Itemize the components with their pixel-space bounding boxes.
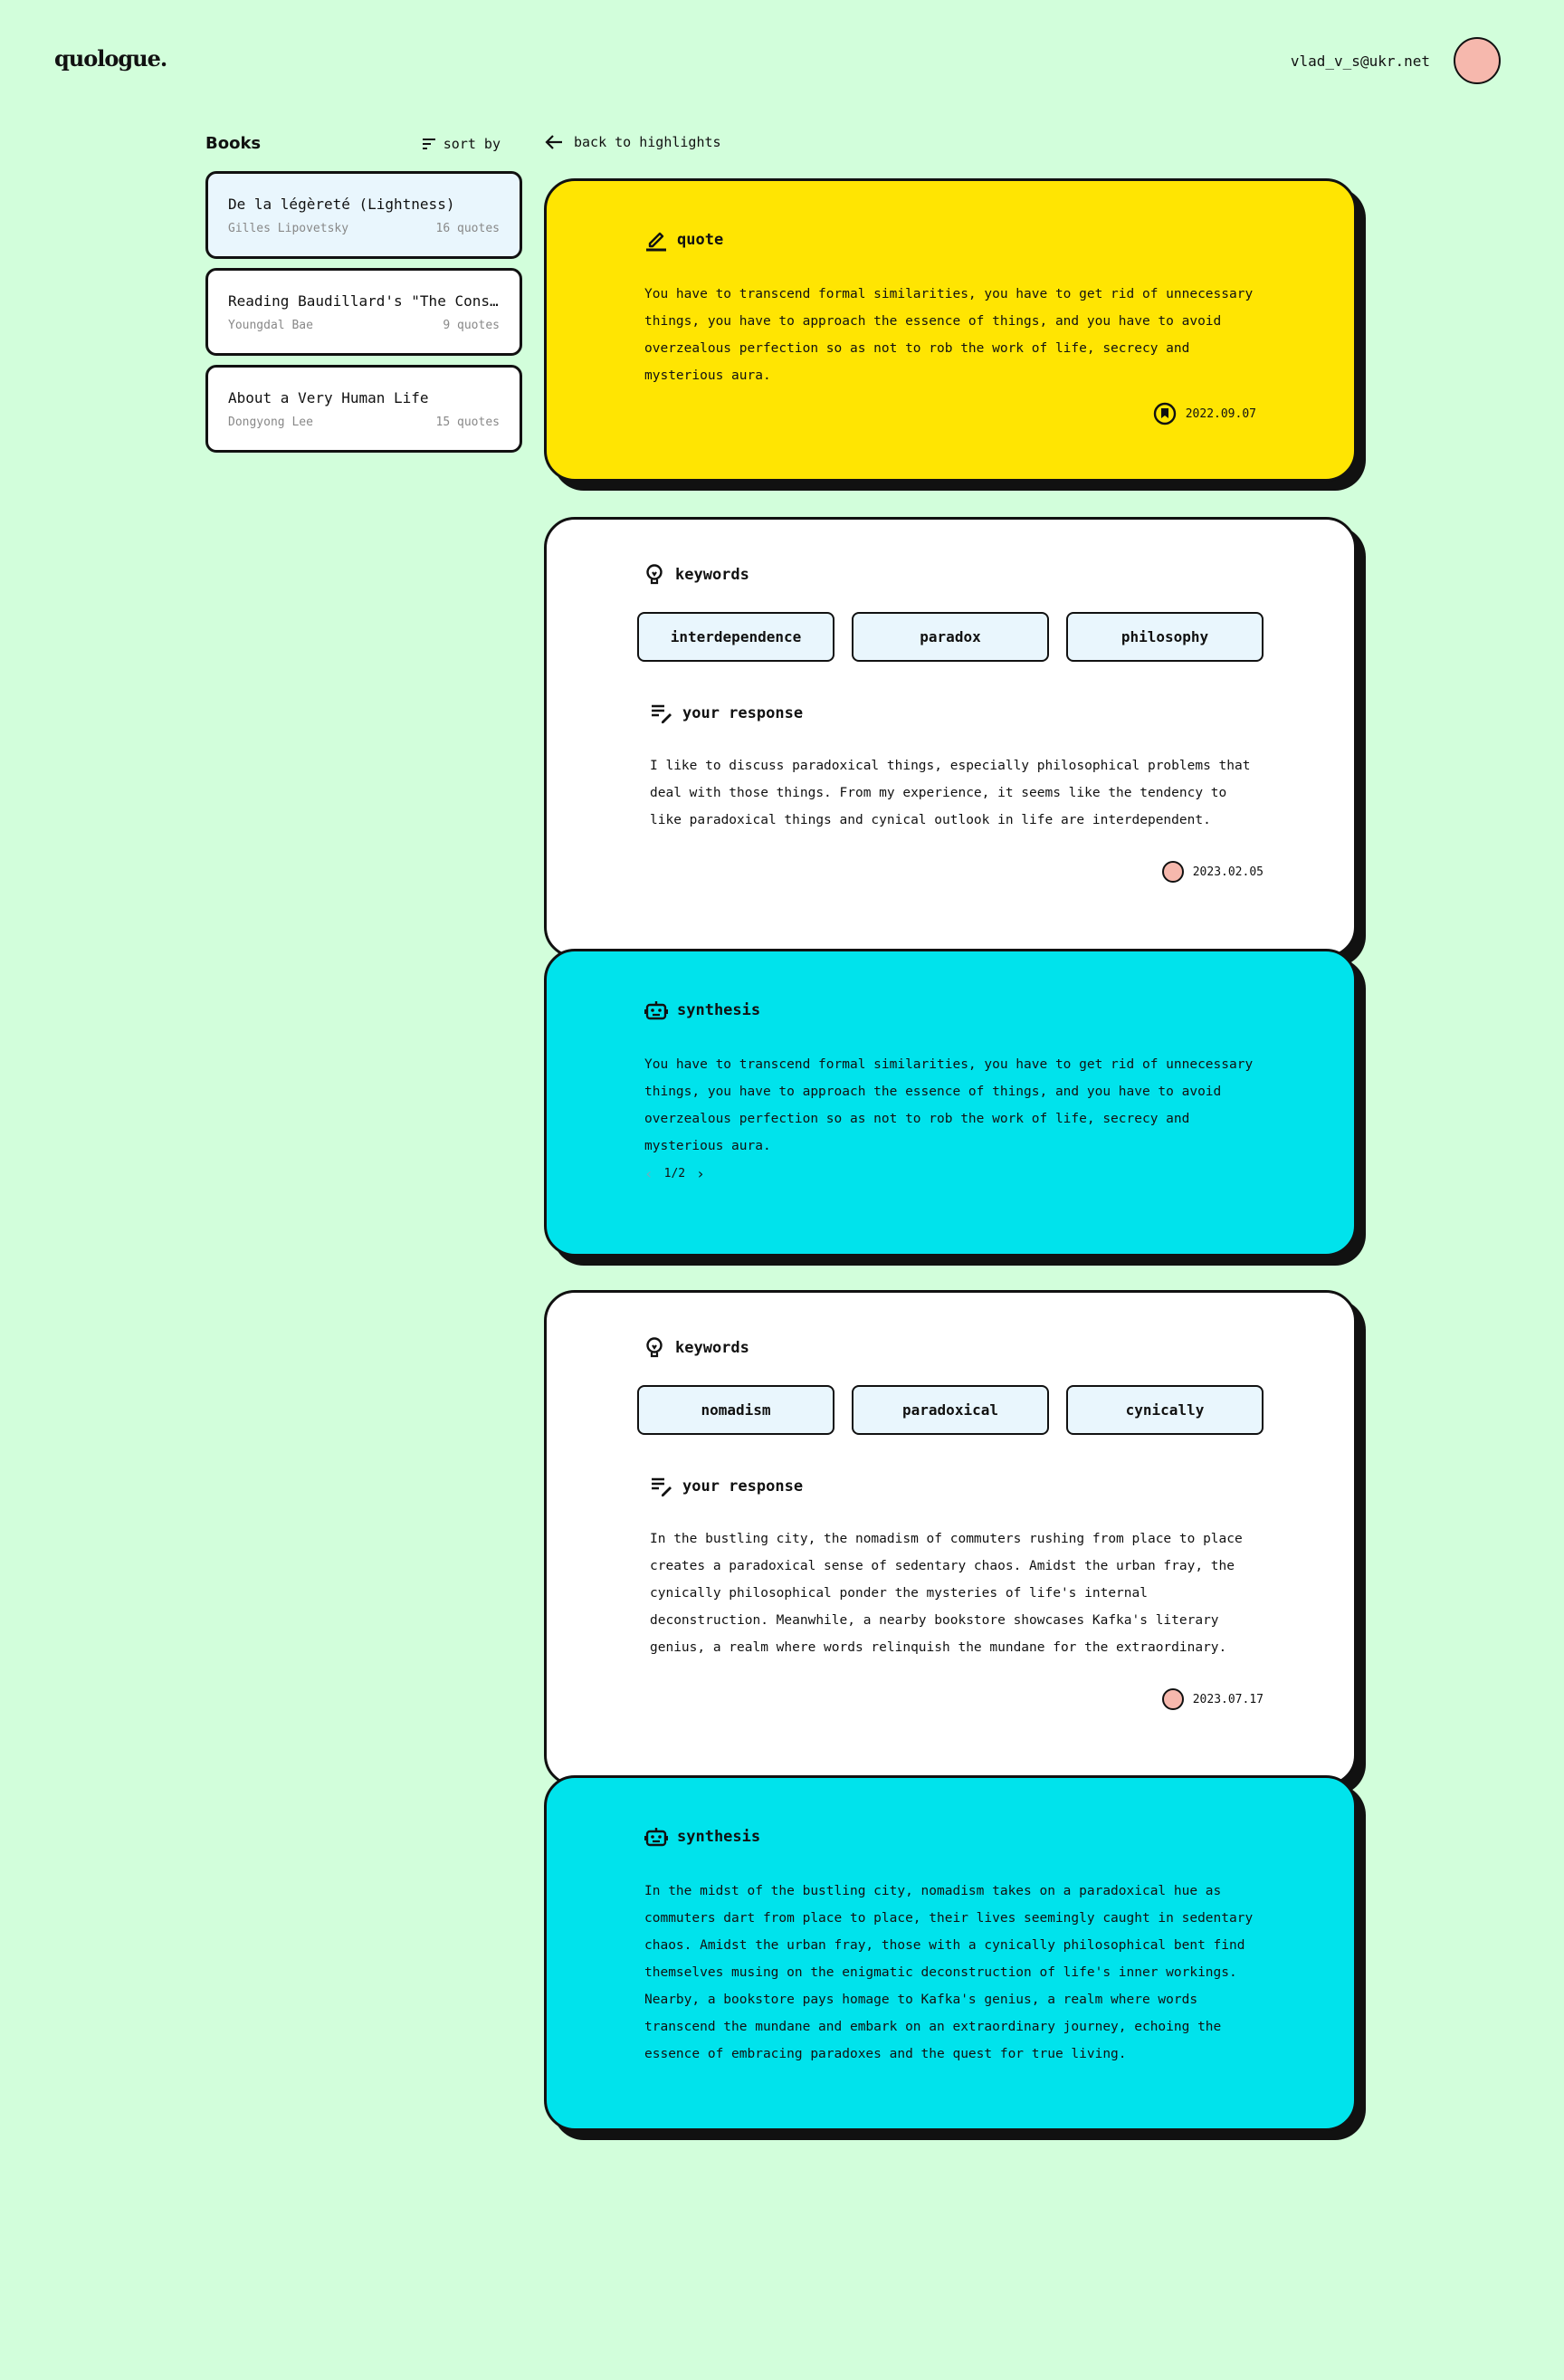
book-item[interactable]: De la légèreté (Lightness) Gilles Lipove… [205,171,522,259]
keyword-chip[interactable]: cynically [1066,1385,1264,1435]
response-footer: 2023.07.17 [637,1688,1264,1710]
book-quote-count: 16 quotes [435,222,500,235]
books-sidebar: Books sort by De la légèreté (Lightness)… [205,134,522,462]
response-card: keywords interdependence paradox philoso… [544,517,1357,958]
synthesis-heading: synthesis [644,999,1256,1022]
edit-note-icon [652,1477,672,1496]
arrow-left-icon [545,135,562,149]
book-quote-count: 15 quotes [435,416,500,429]
back-to-highlights-link[interactable]: back to highlights [545,134,721,150]
keyword-list: nomadism paradoxical cynically [637,1385,1264,1435]
keywords-heading-label: keywords [675,566,749,584]
response-text: I like to discuss paradoxical things, es… [650,759,1251,827]
pencil-icon [646,232,666,252]
response-date: 2023.07.17 [1192,1692,1264,1706]
synthesis-text: In the midst of the bustling city, nomad… [644,1884,1254,2061]
sidebar-header: Books sort by [205,134,522,153]
book-title: About a Very Human Life [228,389,429,406]
edit-note-icon [652,704,672,723]
app-logo[interactable]: quologue. [54,45,167,72]
response-heading: your response [650,1475,1264,1498]
sort-button[interactable]: sort by [422,136,522,152]
back-label: back to highlights [574,134,721,150]
sidebar-title: Books [205,134,262,153]
synthesis-heading-label: synthesis [677,1828,761,1846]
keywords-heading: keywords [643,563,1264,587]
quote-text: You have to transcend formal similaritie… [644,287,1254,383]
response-card: keywords nomadism paradoxical cynically … [544,1290,1357,1786]
quote-footer: 2022.09.07 [644,402,1256,425]
quote-card: quote You have to transcend formal simil… [544,178,1357,482]
author-avatar [1161,1688,1184,1710]
response-heading: your response [650,702,1264,725]
book-title: De la légèreté (Lightness) [228,196,455,213]
quote-heading: quote [644,228,1256,252]
response-footer: 2023.02.05 [637,861,1264,883]
quote-heading-label: quote [677,231,724,249]
keyword-chip[interactable]: nomadism [637,1385,834,1435]
book-author: Gilles Lipovetsky [228,222,349,235]
user-email: vlad_v_s@ukr.net [1290,53,1430,70]
lightbulb-icon [646,564,663,585]
sort-label: sort by [443,135,501,152]
robot-icon [644,1001,668,1020]
sort-icon [422,138,435,149]
book-author: Youngdal Bae [228,319,313,332]
book-quote-count: 9 quotes [443,319,500,332]
keywords-heading-label: keywords [675,1339,749,1357]
synthesis-text: You have to transcend formal similaritie… [644,1057,1254,1153]
keyword-chip[interactable]: interdependence [637,612,834,662]
keyword-chip[interactable]: philosophy [1066,612,1264,662]
chevron-left-icon[interactable]: ‹ [644,1165,653,1182]
keyword-list: interdependence paradox philosophy [637,612,1264,662]
response-date: 2023.02.05 [1192,865,1264,879]
response-text: In the bustling city, the nomadism of co… [650,1532,1243,1655]
lightbulb-icon [646,1337,663,1358]
synthesis-card: synthesis In the midst of the bustling c… [544,1775,1357,2131]
robot-icon [644,1828,668,1847]
response-heading-label: your response [682,1477,804,1496]
book-item[interactable]: About a Very Human Life Dongyong Lee 15 … [205,365,522,453]
bookmark-badge-icon [1153,402,1176,425]
keywords-heading: keywords [643,1336,1264,1360]
response-heading-label: your response [682,704,804,722]
book-title: Reading Baudillard's "The Consumer Socie… [228,292,500,310]
book-item[interactable]: Reading Baudillard's "The Consumer Socie… [205,268,522,356]
synthesis-card: synthesis You have to transcend formal s… [544,949,1357,1257]
book-author: Dongyong Lee [228,416,313,429]
keyword-chip[interactable]: paradox [852,612,1049,662]
author-avatar [1161,861,1184,883]
pager-label: 1/2 [663,1167,686,1180]
chevron-right-icon[interactable]: › [696,1165,705,1182]
synthesis-heading: synthesis [644,1825,1256,1849]
quote-date: 2022.09.07 [1185,406,1256,421]
keyword-chip[interactable]: paradoxical [852,1385,1049,1435]
synthesis-pager: ‹ 1/2 › [644,1165,1256,1182]
synthesis-heading-label: synthesis [677,1001,761,1019]
user-avatar[interactable] [1454,37,1501,84]
